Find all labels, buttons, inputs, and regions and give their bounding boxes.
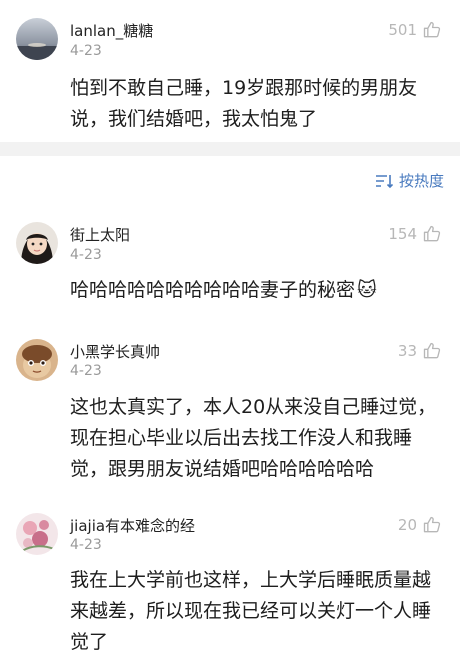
- comment-date: 4-23: [70, 43, 102, 59]
- comment-text: 这也太真实了，本人20从来没自己睡过觉，现在担心毕业以后出去找工作没人和我睡觉，…: [70, 396, 437, 480]
- like-button[interactable]: 20: [398, 515, 442, 535]
- comment-date: 4-23: [70, 247, 102, 263]
- section-divider: [0, 142, 460, 156]
- avatar[interactable]: [16, 339, 58, 381]
- thumbs-up-icon: [423, 225, 441, 242]
- comment-text: 怕到不敢自己睡，19岁跟那时候的男朋友说，我们结婚吧，我太怕鬼了: [70, 77, 418, 130]
- like-button[interactable]: 33: [398, 341, 442, 361]
- avatar[interactable]: [16, 222, 58, 264]
- thumbs-up-icon: [423, 21, 441, 38]
- comment-text: 哈哈哈哈哈哈哈哈哈哈妻子的秘密 🐱: [70, 275, 448, 306]
- like-count: 20: [397, 516, 417, 534]
- username[interactable]: lanlan_糖糖: [70, 20, 153, 41]
- comment-date: 4-23: [70, 363, 102, 379]
- comment-text-content: 哈哈哈哈哈哈哈哈哈哈妻子的秘密: [70, 279, 356, 301]
- comment-date: 4-23: [70, 537, 102, 553]
- thumbs-up-icon: [423, 342, 441, 359]
- like-button[interactable]: 154: [388, 224, 442, 244]
- username[interactable]: 街上太阳: [70, 224, 130, 245]
- thumbs-up-icon: [423, 516, 441, 533]
- sort-icon: [375, 174, 393, 188]
- username[interactable]: 小黑学长真帅: [70, 341, 160, 362]
- doge-emoji-icon: 🐱: [357, 279, 377, 301]
- like-count: 501: [388, 21, 417, 39]
- like-count: 33: [397, 342, 417, 360]
- sort-label: 按热度: [398, 172, 444, 190]
- sort-button[interactable]: 按热度: [375, 170, 444, 191]
- like-button[interactable]: 501: [388, 20, 442, 40]
- comment-text: 我在上大学前也这样，上大学后睡眠质量越来越差，所以现在我已经可以关灯一个人睡觉了: [70, 569, 432, 653]
- username[interactable]: jiajia有本难念的经: [70, 515, 195, 536]
- avatar[interactable]: [16, 513, 58, 555]
- like-count: 154: [388, 225, 417, 243]
- avatar[interactable]: [16, 18, 58, 60]
